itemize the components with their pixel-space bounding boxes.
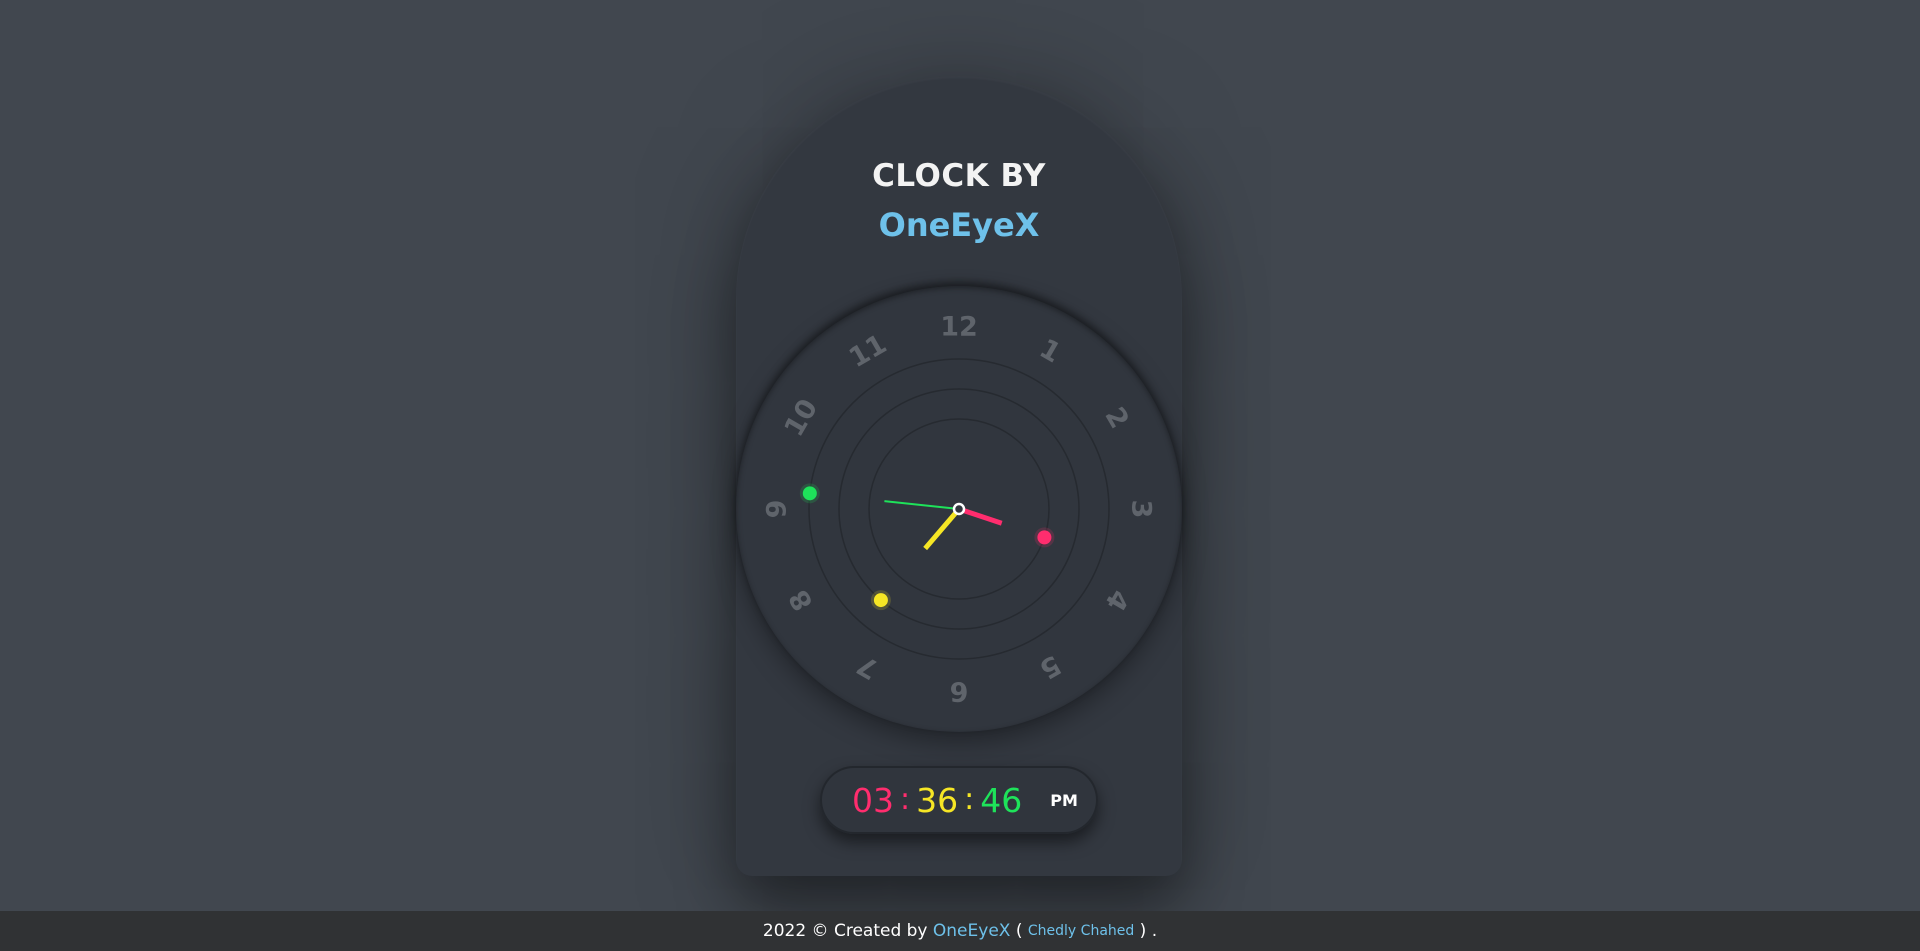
page: CLOCK BY OneEyeX 12 1 2 3 4 5 6 7 8 9 10 11 03 : 36… <box>0 0 1920 951</box>
digital-minutes: 36 <box>916 780 959 820</box>
dial-number-10: 10 <box>779 394 825 442</box>
title-brand: OneEyeX <box>878 206 1040 244</box>
digital-seconds: 46 <box>980 780 1023 820</box>
footer-prefix: 2022 © Created by <box>762 921 933 941</box>
dial-number-11: 11 <box>844 329 892 375</box>
minute-hand <box>923 507 961 551</box>
am-pm-label: PM <box>1050 790 1078 810</box>
hour-orbit-dot <box>1037 530 1052 545</box>
clock-card: CLOCK BY OneEyeX 12 1 2 3 4 5 6 7 8 9 10 11 03 : 36… <box>736 76 1182 876</box>
dial-number-4: 4 <box>1098 584 1134 616</box>
digital-time-display: 03 : 36 : 46 PM <box>820 766 1098 834</box>
dial-number-8: 8 <box>783 584 819 616</box>
minute-orbit-dot <box>873 593 888 608</box>
footer: 2022 © Created by OneEyeX ( Chedly Chahe… <box>0 911 1920 951</box>
dial-number-2: 2 <box>1098 402 1134 434</box>
footer-brand-link[interactable]: OneEyeX <box>933 921 1011 941</box>
second-hand <box>884 500 960 510</box>
digital-hours: 03 <box>852 780 894 820</box>
dial-number-3: 3 <box>1126 500 1157 519</box>
footer-open-paren: ( <box>1010 921 1028 941</box>
dial-number-7: 7 <box>852 648 884 684</box>
dial-number-1: 1 <box>1034 333 1066 369</box>
footer-author-link[interactable]: Chedly Chahed <box>1028 923 1134 939</box>
digital-separator: : <box>900 782 911 817</box>
dial-number-12: 12 <box>940 312 978 343</box>
dial-number-6: 6 <box>950 676 969 707</box>
second-orbit-dot <box>802 486 817 501</box>
title-clock-by: CLOCK BY <box>872 158 1046 194</box>
clock-hands <box>884 500 1003 551</box>
analog-clock-face: 121234567891011 <box>762 312 1157 707</box>
dial-number-9: 9 <box>762 500 793 519</box>
dial-number-5: 5 <box>1034 648 1066 684</box>
center-pin <box>952 502 966 516</box>
digital-separator: : <box>964 782 975 817</box>
hour-hand <box>958 506 1003 526</box>
analog-clock-dial: 12 1 2 3 4 5 6 7 8 9 10 11 <box>736 286 1182 732</box>
footer-close-paren: ) . <box>1134 921 1158 941</box>
